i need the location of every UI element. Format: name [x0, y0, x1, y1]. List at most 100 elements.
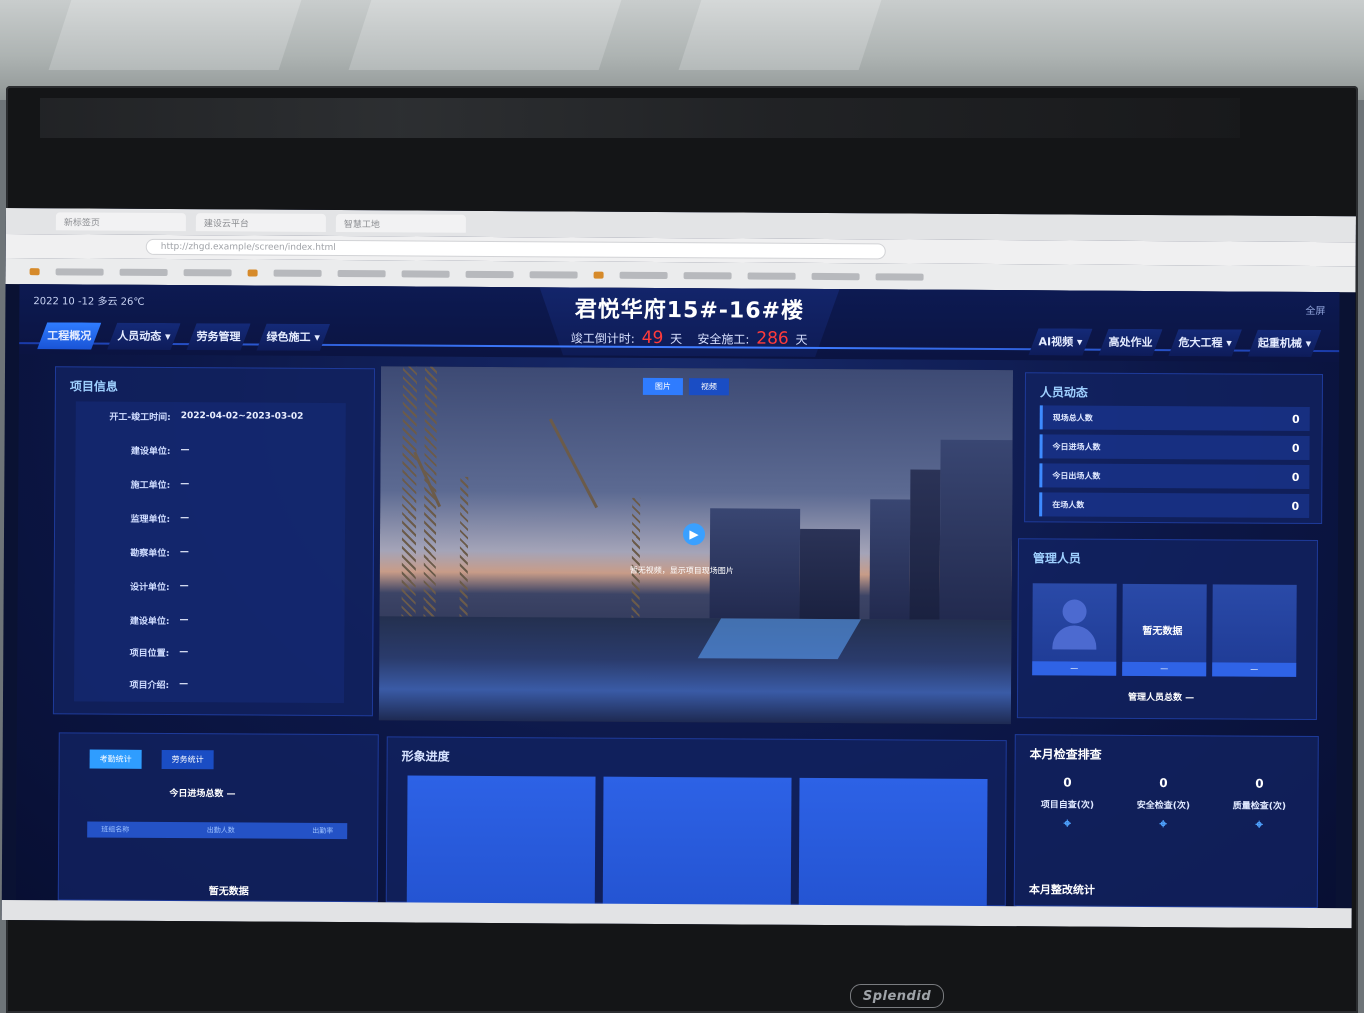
safety-label: 安全施工: [697, 332, 750, 347]
info-label: 项目介绍: [129, 680, 170, 691]
tab-photo[interactable]: 图片 [642, 377, 683, 396]
browser-tab[interactable]: 智慧工地 [335, 214, 466, 233]
fullscreen-button[interactable]: 全屏 [1305, 302, 1325, 317]
column-header: 出勤率 [312, 826, 334, 836]
bookmark-item[interactable] [183, 268, 232, 276]
construction-site [378, 616, 1012, 725]
ceiling-panel [348, 0, 622, 70]
bookmark-item[interactable] [465, 270, 514, 278]
attendance-table-header: 班组名称 出勤人数 出勤率 [87, 821, 348, 840]
nav-lifting[interactable]: 起重机械 ▾ [1248, 330, 1322, 357]
info-row: 设计单位: — [75, 575, 345, 597]
video-tabs: 图片 视频 [642, 377, 729, 396]
info-row: 项目位置: — [74, 641, 344, 663]
inspection-panel: 本月检查排查 0 项目自查(次) ⌖ 0 安全检查(次) ⌖ 0 质量检查(次)… [1013, 734, 1319, 909]
building [709, 508, 801, 619]
info-value: — [179, 647, 189, 658]
panel-title: 管理人员 [1032, 551, 1081, 566]
site-video[interactable]: 图片 视频 ▶ 暂无视频，显示项目现场图片 [378, 366, 1014, 725]
bookmark-item[interactable] [55, 267, 104, 276]
info-value: — [180, 479, 190, 490]
empty-table-label: 暂无数据 [208, 886, 249, 898]
nav-personnel[interactable]: 人员动态 ▾ [107, 323, 181, 350]
nav-height-work[interactable]: 高处作业 [1098, 329, 1162, 356]
bookmark-item[interactable] [529, 270, 578, 278]
progress-panel: 形象进度 [385, 736, 1007, 910]
manager-card[interactable]: — [1032, 583, 1117, 676]
people-row: 今日进场人数 0 [1039, 434, 1310, 460]
video-hint: 暂无视频，显示项目现场图片 [629, 565, 734, 576]
info-value: — [180, 445, 190, 456]
ceiling-panel [48, 0, 302, 70]
monitor-brand-logo: Splendid [850, 984, 944, 1008]
managers-panel: 管理人员 — — 暂无数据 — 管理人员总数 — [1016, 538, 1318, 721]
info-row: 建设单位: — [74, 609, 344, 631]
manager-card[interactable]: — 暂无数据 [1122, 583, 1207, 677]
bookmark-item[interactable] [593, 271, 604, 279]
nav-overview[interactable]: 工程概况 [37, 322, 101, 349]
progress-image[interactable] [602, 776, 792, 908]
info-value: 2022-04-02~2023-03-02 [180, 411, 304, 422]
people-row: 现场总人数 0 [1039, 405, 1310, 431]
nav-labor[interactable]: 劳务管理 [186, 323, 250, 350]
countdown-unit: 天 [670, 332, 683, 347]
ceiling [0, 0, 1364, 100]
info-row: 项目介绍: — [74, 673, 344, 695]
info-value: — [179, 547, 189, 558]
nav-right: AI视频 ▾ 高处作业 危大工程 ▾ 起重机械 ▾ [1028, 328, 1321, 357]
progress-image[interactable] [798, 777, 988, 910]
building [799, 528, 861, 620]
bookmark-item[interactable] [619, 271, 668, 279]
crane-tower [459, 476, 469, 617]
info-value: — [179, 615, 189, 626]
manager-card[interactable]: — [1212, 584, 1297, 677]
lit-foundation [697, 618, 862, 660]
nav-major-hazard[interactable]: 危大工程 ▾ [1168, 329, 1242, 356]
browser-tab[interactable]: 新标签页 [55, 212, 186, 232]
tab-video[interactable]: 视频 [688, 378, 729, 396]
people-panel: 人员动态 现场总人数 0 今日进场人数 0 今日出场人数 0 在场人数 0 [1024, 372, 1324, 525]
info-value: — [180, 513, 190, 524]
nav-ai-video[interactable]: AI视频 ▾ [1028, 328, 1092, 355]
tab-attendance[interactable]: 考勤统计 [89, 749, 142, 769]
bookmark-item[interactable] [401, 269, 450, 278]
check-icon: ⌖ [1063, 816, 1071, 832]
bezel-reflection [40, 98, 1240, 138]
check-icon: ⌖ [1255, 817, 1263, 833]
address-bar[interactable]: http://zhgd.example/screen/index.html [145, 238, 886, 260]
tab-labor-stats[interactable]: 劳务统计 [161, 749, 214, 770]
stat-value: 0 [1255, 776, 1264, 791]
info-row: 勘察单位: — [75, 541, 345, 563]
check-icon: ⌖ [1159, 817, 1167, 833]
attendance-panel: 考勤统计 劳务统计 今日进场总数 — 班组名称 出勤人数 出勤率 暂无数据 [57, 732, 379, 903]
safety-unit: 天 [795, 332, 808, 347]
people-label: 今日进场人数 [1052, 441, 1101, 452]
stat-safety-check: 0 安全检查(次) ⌖ [1123, 776, 1203, 832]
bookmark-item[interactable] [337, 269, 386, 277]
bookmark-item[interactable] [811, 272, 860, 280]
people-value: 0 [1291, 499, 1300, 513]
safety-days: 286 [756, 328, 789, 349]
bookmark-item[interactable] [119, 268, 168, 276]
panel-title: 形象进度 [401, 749, 450, 764]
info-row: 监理单位: — [75, 507, 345, 529]
nav-green[interactable]: 绿色施工 ▾ [256, 324, 330, 351]
no-data-label: 暂无数据 [1142, 625, 1183, 638]
page-title: 君悦华府15#-16#楼 [574, 297, 805, 324]
bookmark-item[interactable] [683, 271, 732, 279]
play-icon[interactable]: ▶ [682, 523, 706, 546]
browser-tab[interactable]: 建设云平台 [195, 213, 326, 232]
info-row: 开工-竣工时间: 2022-04-02~2023-03-02 [76, 405, 346, 427]
bookmark-item[interactable] [747, 272, 796, 280]
people-row: 今日出场人数 0 [1039, 463, 1310, 489]
bookmark-item[interactable] [29, 267, 40, 275]
building [909, 469, 941, 620]
bookmark-item[interactable] [273, 269, 322, 277]
column-header: 出勤人数 [206, 826, 235, 835]
progress-image[interactable] [406, 775, 596, 907]
bookmark-item[interactable] [247, 268, 258, 277]
manager-name: — [1032, 661, 1117, 676]
bookmark-item[interactable] [875, 272, 924, 281]
info-label: 建设单位: [129, 616, 170, 627]
info-label: 勘察单位: [130, 548, 170, 559]
